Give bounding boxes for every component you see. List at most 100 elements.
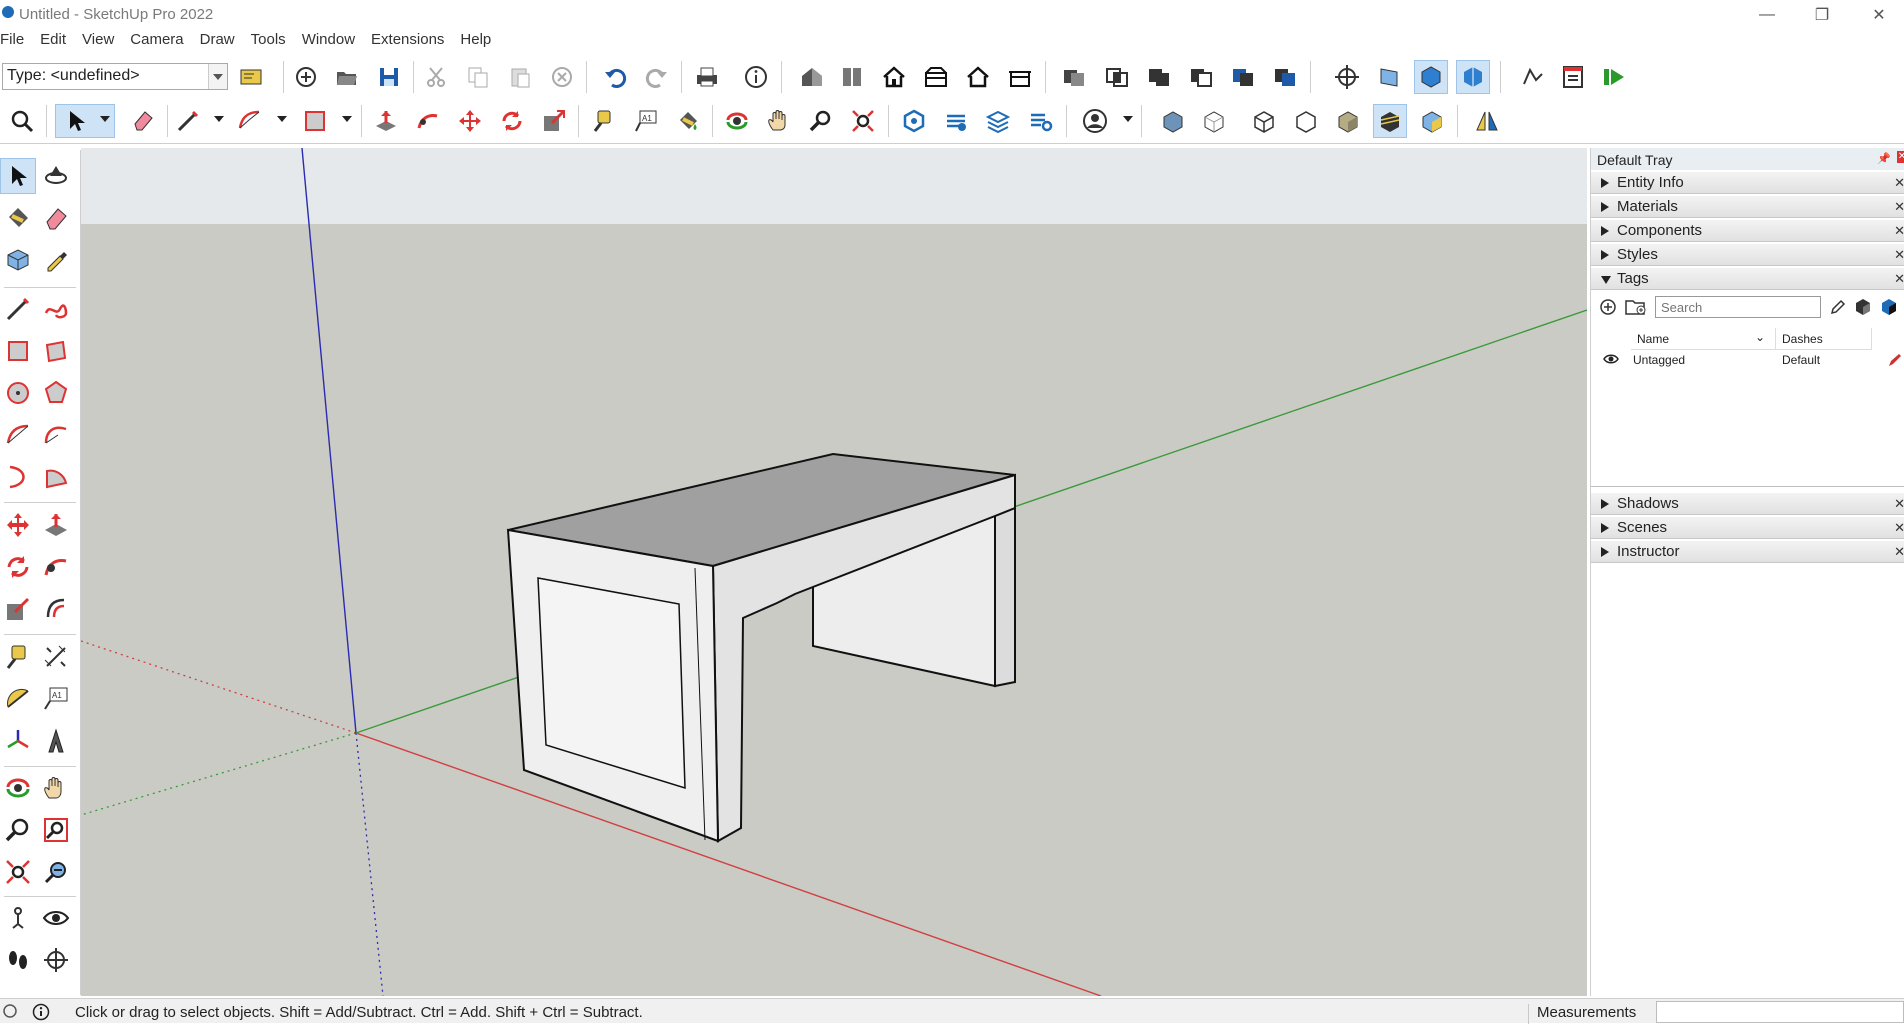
building-icon[interactable]	[1003, 60, 1037, 94]
panel-scenes[interactable]: Scenes ✕	[1591, 517, 1904, 539]
profile-icon[interactable]	[1078, 104, 1112, 138]
panel-components[interactable]: Components ✕	[1591, 220, 1904, 242]
text-tool-icon[interactable]: A1	[629, 104, 663, 138]
chevron-down-icon[interactable]	[1123, 116, 1133, 122]
section-cuts-icon[interactable]	[1414, 60, 1448, 94]
measurements-input[interactable]	[1656, 1001, 1904, 1023]
warehouse-icon[interactable]	[795, 60, 829, 94]
menu-tools[interactable]: Tools	[243, 29, 294, 53]
back-edges-icon[interactable]	[1197, 104, 1231, 138]
look-around-icon[interactable]	[38, 900, 74, 936]
pie-icon[interactable]	[38, 459, 74, 495]
previous-view-icon[interactable]	[38, 854, 74, 890]
eye-icon[interactable]	[1603, 353, 1619, 368]
add-tag-folder-icon[interactable]	[1625, 298, 1647, 316]
home-icon[interactable]	[877, 60, 911, 94]
follow-me-icon[interactable]	[38, 549, 74, 585]
panel-tags[interactable]: Tags ✕	[1591, 268, 1904, 290]
close-button[interactable]: ✕	[1856, 0, 1902, 29]
copy-icon[interactable]	[461, 60, 495, 94]
menu-edit[interactable]: Edit	[32, 29, 74, 53]
shaded-with-textures-icon[interactable]	[1373, 104, 1407, 138]
dimension-icon[interactable]	[38, 639, 74, 675]
pan-hand-icon[interactable]	[762, 104, 796, 138]
move-icon[interactable]	[453, 104, 487, 138]
subtract-icon[interactable]	[1184, 60, 1218, 94]
move-icon[interactable]	[0, 507, 36, 543]
report-icon[interactable]	[1556, 60, 1590, 94]
zoom-icon[interactable]	[804, 104, 838, 138]
line-icon[interactable]	[0, 291, 36, 327]
eraser-icon[interactable]	[126, 104, 160, 138]
walk-icon[interactable]	[0, 942, 36, 978]
color-by-tag-icon[interactable]	[1853, 297, 1873, 317]
classifier-icon[interactable]	[234, 60, 268, 94]
tag-column-name[interactable]: Name ⌄	[1631, 328, 1776, 350]
chevron-down-icon[interactable]: ⌄	[1755, 330, 1765, 344]
arc-tool-icon[interactable]	[233, 104, 267, 138]
minimize-button[interactable]: —	[1744, 0, 1790, 29]
redo-icon[interactable]	[640, 60, 674, 94]
orbit-icon[interactable]	[0, 770, 36, 806]
house-outline-icon[interactable]	[961, 60, 995, 94]
select-icon[interactable]	[0, 158, 36, 194]
pan-icon[interactable]	[38, 770, 74, 806]
panel-materials[interactable]: Materials ✕	[1591, 196, 1904, 218]
tags-search-input[interactable]	[1655, 296, 1821, 318]
protractor-icon[interactable]	[0, 681, 36, 717]
chevron-down-icon[interactable]	[342, 116, 352, 122]
tag-tool-icon[interactable]	[0, 242, 36, 278]
close-icon[interactable]: ✕	[1897, 151, 1904, 163]
zoom-extents-icon[interactable]	[0, 854, 36, 890]
monochrome-icon[interactable]	[1415, 104, 1449, 138]
position-camera-icon[interactable]	[0, 900, 36, 936]
close-icon[interactable]: ✕	[1894, 544, 1904, 560]
scale-icon[interactable]	[0, 591, 36, 627]
menu-view[interactable]: View	[74, 29, 122, 53]
menu-extensions[interactable]: Extensions	[363, 29, 452, 53]
trim-icon[interactable]	[1226, 60, 1260, 94]
undo-icon[interactable]	[598, 60, 632, 94]
zoom-extents-icon[interactable]	[846, 104, 880, 138]
trimble-settings-icon[interactable]	[1024, 104, 1058, 138]
section-fill-icon[interactable]	[1456, 60, 1490, 94]
zoom-icon[interactable]	[0, 812, 36, 848]
chevron-down-icon[interactable]	[208, 64, 227, 89]
make-component-icon[interactable]	[38, 158, 74, 194]
zoom-window-icon[interactable]	[38, 812, 74, 848]
save-icon[interactable]	[372, 60, 406, 94]
rotate-icon[interactable]	[495, 104, 529, 138]
arc-icon[interactable]	[0, 417, 36, 453]
model-info-icon[interactable]	[739, 60, 773, 94]
panel-styles[interactable]: Styles ✕	[1591, 244, 1904, 266]
rectangle-icon[interactable]	[0, 333, 36, 369]
chevron-down-icon[interactable]	[277, 116, 287, 122]
hidden-line-icon[interactable]	[1289, 104, 1323, 138]
info-icon[interactable]	[32, 1003, 50, 1021]
polygon-icon[interactable]	[38, 375, 74, 411]
panel-entity-info[interactable]: Entity Info ✕	[1591, 172, 1904, 194]
tape-measure-icon[interactable]	[0, 639, 36, 675]
paste-icon[interactable]	[503, 60, 537, 94]
cut-icon[interactable]	[419, 60, 453, 94]
trimble-connect-icon[interactable]	[897, 104, 931, 138]
rotate-icon[interactable]	[0, 549, 36, 585]
close-icon[interactable]: ✕	[1894, 496, 1904, 512]
orbit-icon[interactable]	[720, 104, 754, 138]
panel-shadows[interactable]: Shadows ✕	[1591, 493, 1904, 515]
close-icon[interactable]: ✕	[1894, 223, 1904, 239]
geo-location-icon[interactable]	[2, 1003, 18, 1019]
print-icon[interactable]	[690, 60, 724, 94]
close-icon[interactable]: ✕	[1894, 247, 1904, 263]
section-display-icon[interactable]	[1372, 60, 1406, 94]
section-plane-icon[interactable]	[38, 942, 74, 978]
push-pull-icon[interactable]	[369, 104, 403, 138]
trimble-layers-icon[interactable]	[981, 104, 1015, 138]
3d-warehouse-share-icon[interactable]	[919, 60, 953, 94]
chevron-down-icon[interactable]	[214, 116, 224, 122]
xray-style-icon[interactable]	[1156, 104, 1190, 138]
menu-file[interactable]: File	[0, 29, 32, 53]
union-icon[interactable]	[1142, 60, 1176, 94]
menu-help[interactable]: Help	[452, 29, 499, 53]
tape-measure-icon[interactable]	[587, 104, 621, 138]
